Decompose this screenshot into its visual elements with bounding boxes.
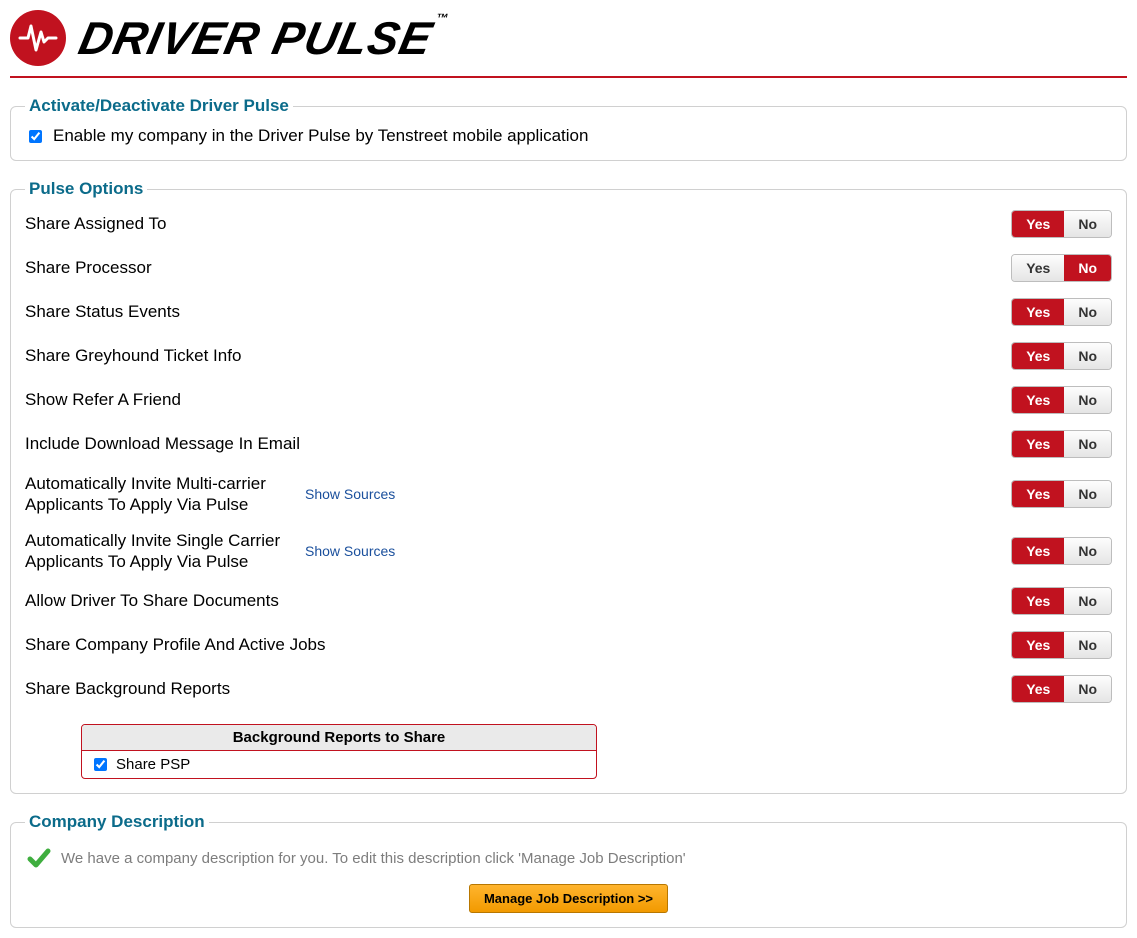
- activate-legend: Activate/Deactivate Driver Pulse: [25, 96, 293, 116]
- toggle-yes-button[interactable]: Yes: [1012, 538, 1064, 564]
- background-reports-header: Background Reports to Share: [82, 725, 596, 751]
- option-label: Show Refer A Friend: [25, 389, 665, 410]
- option-row: Allow Driver To Share Documents YesNo: [25, 586, 1112, 616]
- share-psp-checkbox[interactable]: [94, 758, 107, 771]
- show-sources-link[interactable]: Show Sources: [305, 543, 505, 559]
- pulse-options-legend: Pulse Options: [25, 179, 147, 199]
- yes-no-toggle: YesNo: [1011, 430, 1112, 458]
- logo-icon: [10, 10, 66, 66]
- option-label: Automatically Invite Single Carrier Appl…: [25, 530, 305, 573]
- option-label: Include Download Message In Email: [25, 433, 665, 454]
- option-row: Share Assigned To YesNo: [25, 209, 1112, 239]
- option-label: Share Status Events: [25, 301, 665, 322]
- company-description-text: We have a company description for you. T…: [61, 850, 686, 867]
- yes-no-toggle: YesNo: [1011, 631, 1112, 659]
- company-description-section: Company Description We have a company de…: [10, 812, 1127, 928]
- toggle-no-button[interactable]: No: [1064, 343, 1111, 369]
- enable-company-label: Enable my company in the Driver Pulse by…: [53, 126, 588, 146]
- option-row: Share Processor YesNo: [25, 253, 1112, 283]
- show-sources-link[interactable]: Show Sources: [305, 486, 505, 502]
- logo-header: DRIVER PULSE™: [10, 10, 1127, 78]
- toggle-yes-button[interactable]: Yes: [1012, 211, 1064, 237]
- option-row: Show Refer A Friend YesNo: [25, 385, 1112, 415]
- yes-no-toggle: YesNo: [1011, 480, 1112, 508]
- option-label: Share Background Reports: [25, 678, 665, 699]
- check-icon: [27, 846, 51, 870]
- toggle-no-button[interactable]: No: [1064, 211, 1111, 237]
- option-label: Allow Driver To Share Documents: [25, 590, 665, 611]
- toggle-no-button[interactable]: No: [1064, 538, 1111, 564]
- option-row: Automatically Invite Single Carrier Appl…: [25, 530, 1112, 573]
- yes-no-toggle: YesNo: [1011, 342, 1112, 370]
- manage-job-description-button[interactable]: Manage Job Description >>: [469, 884, 668, 913]
- toggle-no-button[interactable]: No: [1064, 255, 1111, 281]
- company-description-legend: Company Description: [25, 812, 209, 832]
- yes-no-toggle: YesNo: [1011, 254, 1112, 282]
- toggle-yes-button[interactable]: Yes: [1012, 588, 1064, 614]
- logo-text: DRIVER PULSE™: [74, 11, 450, 65]
- toggle-no-button[interactable]: No: [1064, 431, 1111, 457]
- toggle-no-button[interactable]: No: [1064, 588, 1111, 614]
- toggle-yes-button[interactable]: Yes: [1012, 676, 1064, 702]
- yes-no-toggle: YesNo: [1011, 210, 1112, 238]
- toggle-no-button[interactable]: No: [1064, 676, 1111, 702]
- pulse-options-section: Pulse Options Share Assigned ToYesNoShar…: [10, 179, 1127, 794]
- toggle-yes-button[interactable]: Yes: [1012, 431, 1064, 457]
- option-row: Share Status Events YesNo: [25, 297, 1112, 327]
- toggle-yes-button[interactable]: Yes: [1012, 481, 1064, 507]
- toggle-yes-button[interactable]: Yes: [1012, 632, 1064, 658]
- option-label: Share Assigned To: [25, 213, 665, 234]
- toggle-yes-button[interactable]: Yes: [1012, 387, 1064, 413]
- background-report-label: Share PSP: [116, 756, 190, 773]
- toggle-yes-button[interactable]: Yes: [1012, 255, 1064, 281]
- yes-no-toggle: YesNo: [1011, 298, 1112, 326]
- toggle-yes-button[interactable]: Yes: [1012, 343, 1064, 369]
- toggle-no-button[interactable]: No: [1064, 632, 1111, 658]
- background-report-item[interactable]: Share PSP: [82, 751, 596, 778]
- yes-no-toggle: YesNo: [1011, 537, 1112, 565]
- toggle-no-button[interactable]: No: [1064, 387, 1111, 413]
- activate-section: Activate/Deactivate Driver Pulse Enable …: [10, 96, 1127, 161]
- option-row: Share Greyhound Ticket Info YesNo: [25, 341, 1112, 371]
- enable-company-checkbox[interactable]: [29, 130, 42, 143]
- yes-no-toggle: YesNo: [1011, 675, 1112, 703]
- toggle-no-button[interactable]: No: [1064, 299, 1111, 325]
- yes-no-toggle: YesNo: [1011, 587, 1112, 615]
- option-label: Share Greyhound Ticket Info: [25, 345, 665, 366]
- toggle-yes-button[interactable]: Yes: [1012, 299, 1064, 325]
- option-row: Automatically Invite Multi-carrier Appli…: [25, 473, 1112, 516]
- toggle-no-button[interactable]: No: [1064, 481, 1111, 507]
- yes-no-toggle: YesNo: [1011, 386, 1112, 414]
- option-row: Share Background Reports YesNo: [25, 674, 1112, 704]
- option-label: Share Company Profile And Active Jobs: [25, 634, 665, 655]
- background-reports-box: Background Reports to Share Share PSP: [81, 724, 597, 779]
- option-label: Automatically Invite Multi-carrier Appli…: [25, 473, 305, 516]
- enable-company-row[interactable]: Enable my company in the Driver Pulse by…: [25, 126, 1112, 146]
- option-row: Share Company Profile And Active Jobs Yes…: [25, 630, 1112, 660]
- option-row: Include Download Message In Email YesNo: [25, 429, 1112, 459]
- option-label: Share Processor: [25, 257, 665, 278]
